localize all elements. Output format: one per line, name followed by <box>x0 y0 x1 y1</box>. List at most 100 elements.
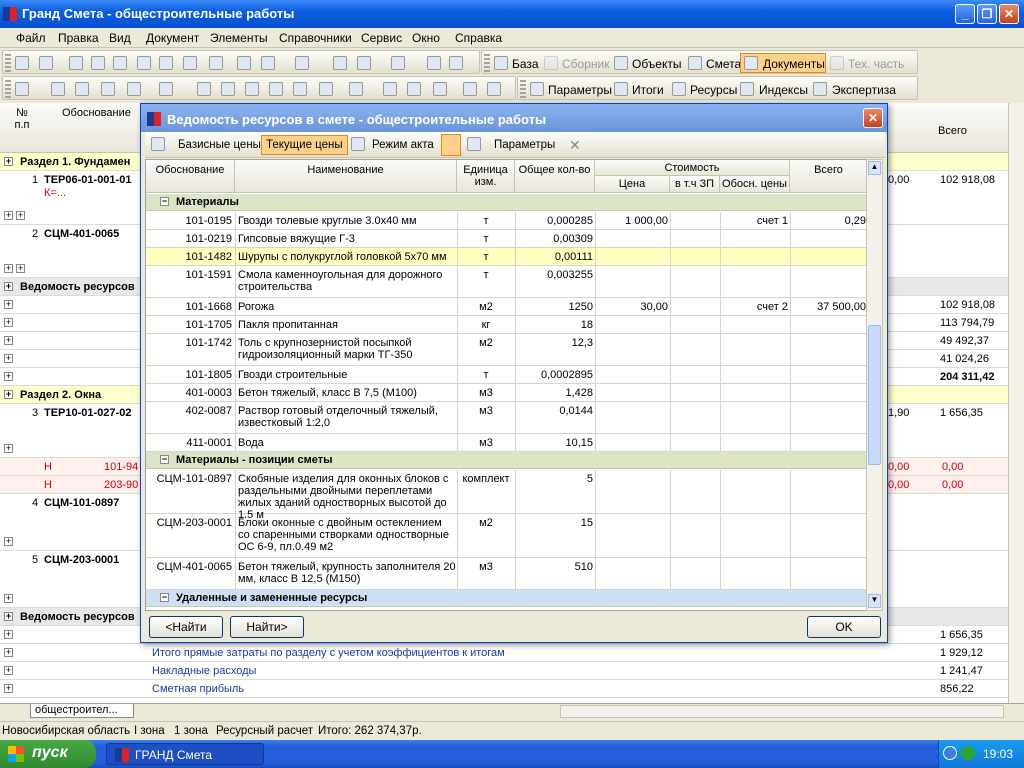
find-prev-button[interactable]: <Найти <box>149 616 223 638</box>
expand-icon[interactable]: + <box>4 282 13 291</box>
tb-objects[interactable]: Объекты <box>632 57 682 71</box>
col-price[interactable]: Цена <box>595 176 670 193</box>
resource-row[interactable]: 101-1705 Пакля пропитанная кг 18 <box>146 316 866 334</box>
tb-tech-part[interactable]: Тех. часть <box>848 57 904 71</box>
col-name[interactable]: Наименование <box>235 160 457 193</box>
menu-edit[interactable]: Правка <box>58 31 99 45</box>
tray-network-icon[interactable] <box>961 746 975 760</box>
check-icon[interactable] <box>487 82 501 96</box>
percent-100-icon[interactable] <box>463 82 477 96</box>
grid-icon[interactable] <box>261 56 275 70</box>
group-header[interactable]: − Удаленные и замененные ресурсы <box>146 590 866 607</box>
go-icon[interactable] <box>357 56 371 70</box>
minimize-button[interactable]: _ <box>955 4 975 24</box>
expand-icon[interactable]: + <box>4 372 13 381</box>
tb-expertise[interactable]: Экспертиза <box>832 83 896 97</box>
expand-icon[interactable]: + <box>16 211 25 220</box>
grid-row[interactable]: + Сметная прибыль 856,22 <box>0 680 1010 698</box>
expand-icon[interactable]: + <box>4 211 13 220</box>
collapse-icon[interactable]: − <box>160 593 169 602</box>
menu-window[interactable]: Окно <box>412 31 440 45</box>
move-icon[interactable] <box>269 82 283 96</box>
toolbar-grip[interactable] <box>5 54 11 72</box>
expand-icon[interactable]: + <box>4 300 13 309</box>
find-next-button[interactable]: Найти> <box>230 616 304 638</box>
resource-row[interactable]: СЦМ-401-0065 Бетон тяжелый, крупность зап… <box>146 558 866 590</box>
main-hscrollbar[interactable] <box>560 705 1004 718</box>
percent-icon[interactable] <box>383 82 397 96</box>
grid-row[interactable]: + Итого прямые затраты по разделу с учето… <box>0 644 1010 662</box>
resources-table[interactable]: Обоснование Наименование Единица изм. Об… <box>145 159 867 611</box>
act-mode-button[interactable]: Режим акта <box>367 135 439 155</box>
col-qty[interactable]: Общее кол-во <box>515 160 595 193</box>
scroll-up-button[interactable]: ▲ <box>868 161 881 175</box>
current-prices-button[interactable]: Текущие цены <box>261 135 348 155</box>
find-icon[interactable] <box>183 56 197 70</box>
calc-icon[interactable] <box>75 82 89 96</box>
cancel-x-icon[interactable]: ✕ <box>569 137 581 154</box>
expand-icon[interactable]: + <box>4 537 13 546</box>
sort-numeric-icon[interactable] <box>441 134 461 156</box>
tb-indexes[interactable]: Индексы <box>759 83 808 97</box>
sheet-tab[interactable]: общестроител... <box>30 704 134 718</box>
add-icon[interactable] <box>197 82 211 96</box>
tb-collection[interactable]: Сборник <box>562 57 609 71</box>
tb-documents[interactable]: Документы <box>763 57 825 71</box>
toolbar-grip[interactable] <box>484 54 490 72</box>
menu-references[interactable]: Справочники <box>279 31 352 45</box>
list-icon[interactable] <box>349 82 363 96</box>
layout-icon[interactable] <box>427 56 441 70</box>
tb-resources[interactable]: Ресурсы <box>690 83 737 97</box>
grid-icon[interactable] <box>51 82 65 96</box>
expand-icon[interactable]: + <box>4 666 13 675</box>
dialog-close-button[interactable]: ✕ <box>863 108 883 128</box>
ok-button[interactable]: OK <box>807 616 881 638</box>
menu-view[interactable]: Вид <box>109 31 131 45</box>
note-icon[interactable] <box>449 56 463 70</box>
resource-row[interactable]: 101-1482 Шурупы с полукруглой головкой 5х… <box>146 248 866 266</box>
undo-icon[interactable] <box>137 56 151 70</box>
expand-icon[interactable]: + <box>4 684 13 693</box>
expand-icon[interactable]: + <box>4 612 13 621</box>
resource-row[interactable]: СЦМ-203-0001 Блоки оконные с двойным осте… <box>146 514 866 558</box>
grid-row[interactable]: + Накладные расходы 1 241,47 <box>0 662 1010 680</box>
expand-icon[interactable]: + <box>4 157 13 166</box>
col-basis[interactable]: Обоснование <box>146 160 235 193</box>
resource-row[interactable]: 411-0001 Вода м3 10,15 <box>146 434 866 452</box>
settings-icon[interactable] <box>391 56 405 70</box>
expand-icon[interactable]: + <box>4 264 13 273</box>
resource-row[interactable]: СЦМ-101-0897 Скобяные изделия для оконных… <box>146 470 866 521</box>
redo-icon[interactable] <box>159 56 173 70</box>
add-sub-icon[interactable] <box>245 82 259 96</box>
toolbar-grip[interactable] <box>5 80 11 98</box>
save-icon[interactable] <box>39 56 53 70</box>
delete-icon[interactable] <box>209 56 223 70</box>
expand-icon[interactable]: + <box>4 594 13 603</box>
resource-row[interactable]: 401-0003 Бетон тяжелый, класс В 7,5 (М100… <box>146 384 866 402</box>
collapse-icon[interactable]: − <box>160 197 169 206</box>
menu-document[interactable]: Документ <box>146 31 199 45</box>
taskbar-app-button[interactable]: ГРАНД Смета <box>106 743 264 765</box>
group-header[interactable]: − Материалы - позиции сметы <box>146 452 866 469</box>
expand-icon[interactable]: + <box>4 336 13 345</box>
excel-icon[interactable] <box>15 82 29 96</box>
table-icon[interactable] <box>237 56 251 70</box>
tray-arrow-icon[interactable] <box>943 746 957 760</box>
open-icon[interactable] <box>333 56 347 70</box>
excel-icon[interactable] <box>151 137 165 151</box>
paste-icon[interactable] <box>113 56 127 70</box>
group-header[interactable]: − Материалы <box>146 194 866 211</box>
new-icon[interactable] <box>15 56 29 70</box>
toolbar-grip[interactable] <box>520 80 526 98</box>
start-button[interactable]: пуск <box>0 740 96 768</box>
menu-help[interactable]: Справка <box>455 31 502 45</box>
dialog-params-button[interactable]: Параметры <box>489 135 560 155</box>
resource-row[interactable]: 101-1742 Толь с крупнозернистой посыпкой … <box>146 334 866 366</box>
scroll-down-button[interactable]: ▼ <box>868 594 881 608</box>
menu-elements[interactable]: Элементы <box>210 31 268 45</box>
main-vscrollbar[interactable] <box>1008 103 1024 703</box>
expand-icon[interactable]: + <box>16 264 25 273</box>
col-unit[interactable]: Единица изм. <box>457 160 515 193</box>
base-prices-button[interactable]: Базисные цены <box>173 135 266 155</box>
tb-base[interactable]: База <box>512 57 539 71</box>
